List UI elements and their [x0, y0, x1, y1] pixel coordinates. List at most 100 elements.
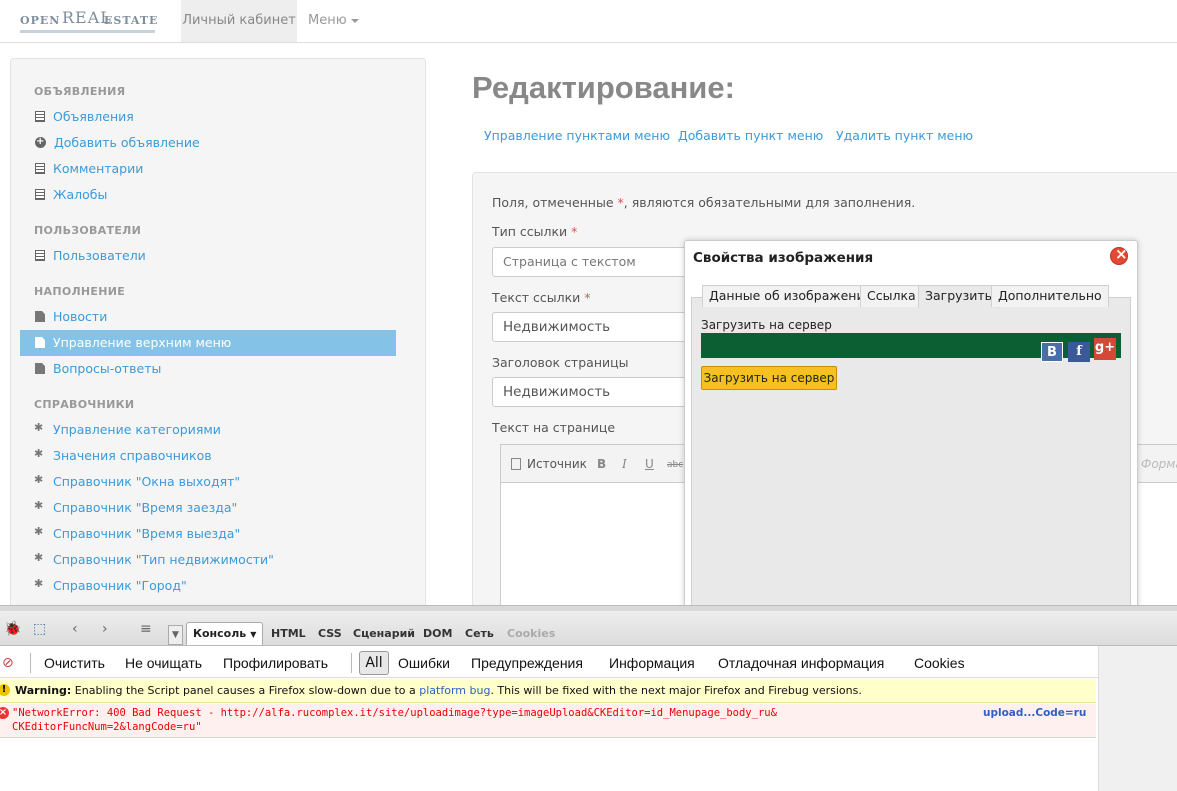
- filter-info-button[interactable]: Информация: [609, 655, 695, 671]
- delete-menu-item-link[interactable]: Удалить пункт меню: [836, 128, 973, 143]
- platform-bug-link[interactable]: platform bug: [419, 684, 490, 697]
- filter-warnings-button[interactable]: Предупреждения: [471, 655, 583, 671]
- close-icon[interactable]: [1110, 245, 1128, 265]
- tab-console[interactable]: Консоль ▼: [186, 622, 263, 645]
- facebook-icon[interactable]: f: [1068, 342, 1090, 362]
- sidebar-item-city[interactable]: Справочник "Город": [20, 571, 396, 599]
- sidebar-header-users: ПОЛЬЗОВАТЕЛИ: [34, 224, 142, 237]
- filter-debug-button[interactable]: Отладочная информация: [718, 655, 884, 671]
- vk-icon[interactable]: B: [1041, 342, 1063, 362]
- sidebar-item-label: Комментарии: [53, 161, 144, 176]
- plus-circle-icon: [35, 129, 46, 155]
- link-text-label: Текст ссылки *: [492, 290, 591, 305]
- required-star: *: [584, 290, 591, 305]
- sidebar-item-add-ad[interactable]: Добавить объявление: [20, 129, 396, 156]
- filter-cookies-button[interactable]: Cookies: [914, 655, 965, 671]
- nav-menu-label: Меню: [308, 13, 347, 28]
- tab-console-label: Консоль: [193, 627, 247, 640]
- persist-button[interactable]: Не очищать: [125, 655, 202, 671]
- console-clear-icon[interactable]: ⊘: [2, 655, 14, 671]
- sidebar-item-ads[interactable]: Объявления: [20, 104, 396, 130]
- tab-advanced[interactable]: Дополнительно: [991, 285, 1109, 307]
- list-icon: [35, 111, 45, 122]
- google-plus-icon[interactable]: g+: [1094, 338, 1116, 360]
- required-star: *: [571, 224, 578, 239]
- filter-all-button[interactable]: All: [359, 651, 389, 675]
- page-title-input[interactable]: Недвижимость: [492, 377, 692, 407]
- sidebar-item-faq[interactable]: Вопросы-ответы: [20, 356, 396, 382]
- asterisk-icon: [34, 545, 45, 571]
- error-message-line2: CKEditorFuncNum=2&langCode=ru": [12, 721, 202, 733]
- file-icon: [35, 311, 45, 322]
- sidebar-item-news[interactable]: Новости: [20, 304, 396, 330]
- error-source-link[interactable]: upload...Code=ru: [983, 707, 1086, 719]
- side-panel: [1098, 646, 1177, 791]
- editor-underline-button[interactable]: U: [645, 457, 654, 471]
- add-menu-item-link[interactable]: Добавить пункт меню: [678, 128, 823, 143]
- back-icon[interactable]: ‹: [72, 621, 78, 637]
- tab-dom[interactable]: DOM: [423, 627, 452, 640]
- logo-underline: [20, 30, 155, 33]
- menu-lines-icon[interactable]: ≡: [140, 621, 152, 637]
- sidebar-item-checkin-time[interactable]: Справочник "Время заезда": [20, 493, 396, 521]
- sidebar-item-categories[interactable]: Управление категориями: [20, 415, 396, 443]
- tab-script[interactable]: Сценарий: [353, 627, 415, 640]
- nav-menu-dropdown[interactable]: Меню: [308, 0, 359, 42]
- tab-image-info[interactable]: Данные об изображении: [702, 285, 880, 307]
- sidebar-item-label: Справочник "Тип недвижимости": [53, 552, 274, 567]
- sidebar-item-label: Жалобы: [53, 187, 108, 202]
- profile-button[interactable]: Профилировать: [223, 655, 328, 671]
- panel-dropdown-icon[interactable]: ▼: [168, 625, 183, 645]
- asterisk-icon: [34, 519, 45, 545]
- sidebar-item-property-type[interactable]: Справочник "Тип недвижимости": [20, 545, 396, 573]
- sidebar-item-label: Значения справочников: [53, 448, 212, 463]
- tab-css[interactable]: CSS: [318, 627, 342, 640]
- required-note: Поля, отмеченные *, являются обязательны…: [492, 195, 915, 210]
- sidebar-item-label: Управление верхним меню: [53, 335, 232, 350]
- asterisk-icon: [34, 571, 45, 597]
- sidebar-item-label: Справочник "Время выезда": [53, 526, 241, 541]
- sidebar-item-complaints[interactable]: Жалобы: [20, 182, 396, 208]
- console-error-row[interactable]: × "NetworkError: 400 Bad Request - http:…: [0, 704, 1096, 738]
- logo[interactable]: OPEN REAL ESTATE: [20, 6, 160, 36]
- sidebar-header-content: НАПОЛНЕНИЕ: [34, 285, 126, 298]
- sidebar-item-label: Справочник "Окна выходят": [53, 474, 241, 489]
- sidebar-item-windows[interactable]: Справочник "Окна выходят": [20, 467, 396, 495]
- editor-bold-button[interactable]: B: [597, 457, 606, 471]
- tab-cookies[interactable]: Cookies: [507, 627, 555, 640]
- editor-strike-button[interactable]: abc: [667, 460, 683, 470]
- source-icon: [511, 458, 521, 470]
- tab-net[interactable]: Сеть: [465, 627, 494, 640]
- link-text-input[interactable]: Недвижимость: [492, 312, 692, 342]
- caret-down-icon: [350, 18, 359, 23]
- sidebar-item-label: Управление категориями: [53, 422, 221, 437]
- file-icon: [35, 363, 45, 374]
- sidebar-item-checkout-time[interactable]: Справочник "Время выезда": [20, 519, 396, 547]
- logo-estate: ESTATE: [104, 14, 159, 27]
- warning-label: Warning:: [15, 684, 72, 697]
- editor-source-button[interactable]: Источник: [511, 457, 587, 471]
- clear-button[interactable]: Очистить: [44, 655, 105, 671]
- tab-upload[interactable]: Загрузить: [918, 285, 999, 308]
- nav-personal-cabinet[interactable]: Личный кабинет: [181, 0, 297, 42]
- sidebar-item-top-menu[interactable]: Управление верхним меню: [20, 330, 396, 356]
- sidebar-item-label: Справочник "Город": [53, 578, 187, 593]
- link-type-select[interactable]: Страница с текстом: [492, 247, 692, 277]
- sidebar-item-reference-values[interactable]: Значения справочников: [20, 441, 396, 469]
- top-navbar: OPEN REAL ESTATE Личный кабинет Меню: [0, 0, 1177, 43]
- manage-menu-items-link[interactable]: Управление пунктами меню: [484, 128, 670, 143]
- tab-link[interactable]: Ссылка: [860, 285, 923, 307]
- sidebar-item-users[interactable]: Пользователи: [20, 243, 396, 269]
- sidebar-item-label: Новости: [53, 309, 108, 324]
- editor-source-label: Источник: [527, 457, 587, 471]
- forward-icon[interactable]: ›: [102, 621, 108, 637]
- upload-to-server-button[interactable]: Загрузить на сервер: [701, 366, 837, 390]
- editor-italic-button[interactable]: I: [622, 457, 627, 471]
- tab-html[interactable]: HTML: [271, 627, 306, 640]
- editor-format-select[interactable]: Форма: [1141, 457, 1177, 471]
- sidebar-item-comments[interactable]: Комментарии: [20, 156, 396, 182]
- firebug-icon[interactable]: 🐞: [4, 621, 21, 637]
- filter-errors-button[interactable]: Ошибки: [398, 655, 450, 671]
- warning-icon: !: [0, 684, 10, 696]
- inspect-icon[interactable]: ⬚: [33, 621, 46, 637]
